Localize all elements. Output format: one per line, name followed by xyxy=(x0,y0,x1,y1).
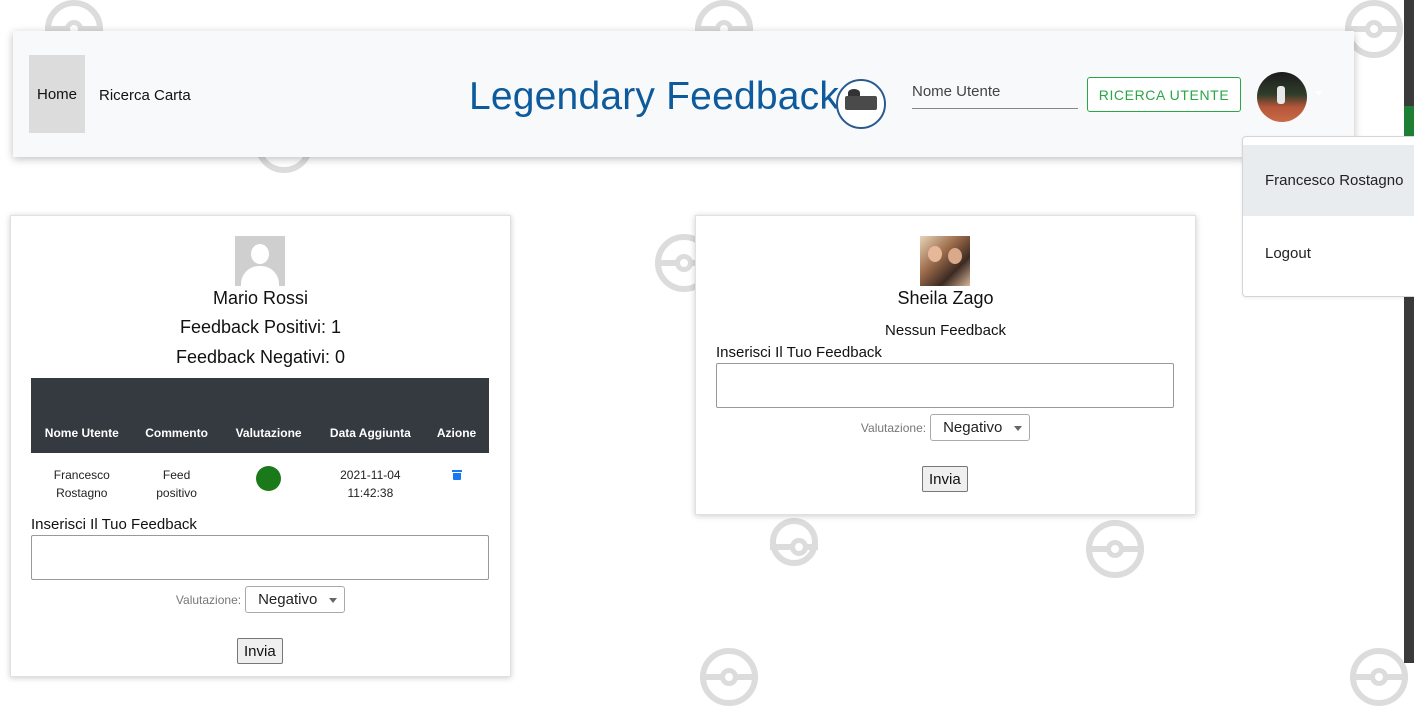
positive-count: Feedback Positivi: 1 xyxy=(179,317,342,337)
column-header: Valutazione xyxy=(220,378,317,453)
placeholder-head xyxy=(251,244,269,264)
dropdown-arrow-icon xyxy=(1014,426,1023,431)
feedback-textarea[interactable] xyxy=(31,535,489,580)
nav-home-link[interactable]: Home xyxy=(29,55,85,133)
search-user-button[interactable]: RICERCA UTENTE xyxy=(1087,77,1241,112)
column-header: Data Aggiunta xyxy=(316,378,425,453)
valutazione-row: Valutazione: Negativo xyxy=(696,414,1195,441)
user-card: Mario Rossi Feedback Positivi: 1 Feedbac… xyxy=(10,215,511,677)
valutazione-row: Valutazione: Negativo xyxy=(11,586,510,613)
nav-ricerca-carta-link[interactable]: Ricerca Carta xyxy=(99,87,191,104)
valutazione-select[interactable]: Negativo xyxy=(930,414,1031,441)
cell-date: 2021-11-04 11:42:38 xyxy=(340,468,401,500)
chevron-down-icon[interactable] xyxy=(1315,91,1323,96)
search-input[interactable] xyxy=(912,75,1078,109)
positive-rating-icon xyxy=(256,466,282,491)
feedback-label: Inserisci Il Tuo Feedback xyxy=(31,516,197,533)
valutazione-label: Valutazione: xyxy=(175,592,242,607)
column-header: Commento xyxy=(132,378,221,453)
cell-user: Francesco Rostagno xyxy=(53,468,110,500)
submit-button[interactable]: Invia xyxy=(922,466,968,492)
user-name: Sheila Zago xyxy=(897,288,994,308)
user-avatar[interactable] xyxy=(1257,72,1307,122)
column-header: Azione xyxy=(424,378,489,453)
cell-rating xyxy=(221,453,317,522)
placeholder-body xyxy=(241,266,279,286)
navbar: Home Ricerca Carta Legendary Feedback RI… xyxy=(13,31,1354,157)
cell-action xyxy=(424,453,489,522)
cell-comment: Feed positivo xyxy=(156,468,197,500)
feedback-label: Inserisci Il Tuo Feedback xyxy=(716,344,882,361)
user-card: Sheila Zago Nessun Feedback Inserisci Il… xyxy=(695,215,1196,515)
avatar-figure xyxy=(1277,86,1285,104)
brand-logo-icon xyxy=(836,79,886,129)
watermark-pokeball-icon xyxy=(1086,520,1144,578)
window-edge xyxy=(1404,0,1414,663)
valutazione-label: Valutazione: xyxy=(860,420,927,435)
watermark-pokeball-icon xyxy=(1350,648,1408,706)
photo-face xyxy=(948,248,962,264)
table-row: Francesco Rostagno Feed positivo 2021-11… xyxy=(31,453,489,522)
watermark-pokeball-icon xyxy=(700,648,758,706)
negative-count: Feedback Negativi: 0 xyxy=(175,347,346,367)
valutazione-value: Negativo xyxy=(943,419,1003,436)
user-dropdown-menu: Francesco Rostagno Logout xyxy=(1242,136,1414,297)
dropdown-item-profile[interactable]: Francesco Rostagno xyxy=(1243,145,1414,216)
photo-face xyxy=(928,246,942,262)
profile-photo xyxy=(920,236,970,286)
brand-title: Legendary Feedback xyxy=(469,75,840,118)
no-feedback-text: Nessun Feedback xyxy=(885,322,1006,339)
valutazione-value: Negativo xyxy=(258,591,318,608)
valutazione-select[interactable]: Negativo xyxy=(245,586,346,613)
dropdown-arrow-icon xyxy=(329,598,338,603)
feedback-table: Nome Utente Commento Valutazione Data Ag… xyxy=(31,378,489,522)
feedback-textarea[interactable] xyxy=(716,363,1174,408)
dropdown-item-logout[interactable]: Logout xyxy=(1243,218,1414,289)
watermark-pokeball-icon xyxy=(770,518,818,566)
column-header: Nome Utente xyxy=(31,378,133,453)
user-name: Mario Rossi xyxy=(212,288,309,308)
submit-button[interactable]: Invia xyxy=(237,638,283,664)
profile-placeholder-icon xyxy=(235,236,285,286)
trash-icon[interactable] xyxy=(451,470,462,480)
logo-banner-shape xyxy=(845,96,877,110)
